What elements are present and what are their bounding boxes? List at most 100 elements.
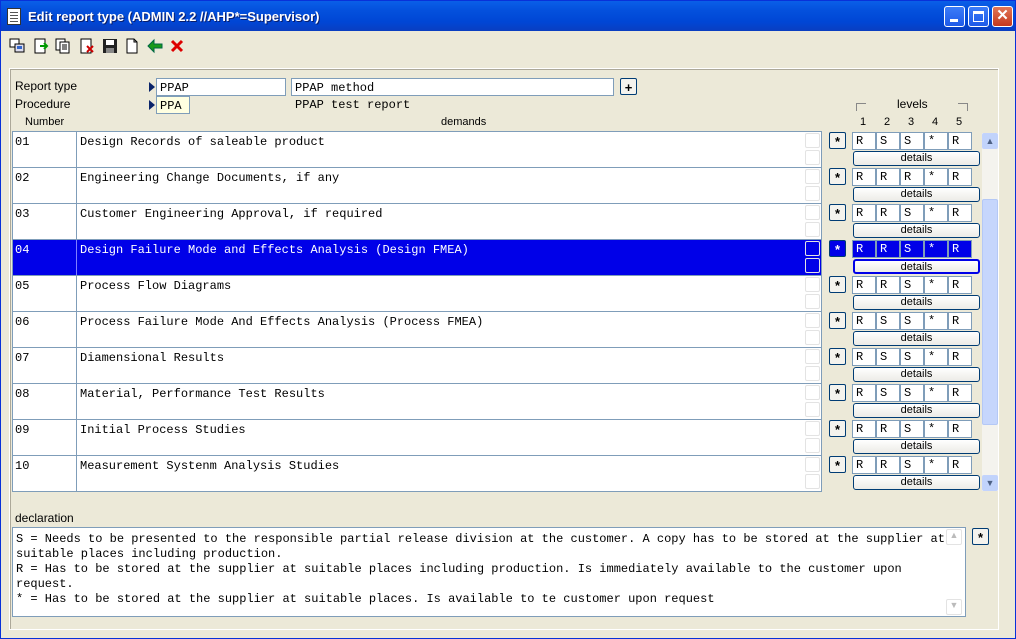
new-document-icon[interactable] <box>124 38 140 54</box>
level-field-3[interactable]: S <box>900 420 924 438</box>
level-field-3[interactable]: S <box>900 276 924 294</box>
level-field-3[interactable]: S <box>900 204 924 222</box>
row-demand[interactable]: Measurement Systenm Analysis Studies <box>78 456 803 491</box>
row-scrollbar[interactable] <box>805 421 821 454</box>
demands-grid[interactable]: 01 Design Records of saleable product 02 En… <box>12 131 822 492</box>
table-row[interactable]: 01 Design Records of saleable product <box>13 132 821 168</box>
scroll-down-icon[interactable]: ▼ <box>982 475 998 491</box>
report-type-description-input[interactable]: PPAP method <box>291 78 614 96</box>
details-button[interactable]: details <box>853 331 980 346</box>
level-field-2[interactable]: S <box>876 348 900 366</box>
level-field-5[interactable]: R <box>948 384 972 402</box>
row-star-button[interactable]: * <box>829 420 846 437</box>
row-star-button[interactable]: * <box>829 384 846 401</box>
row-scrollbar[interactable] <box>805 241 821 274</box>
row-scrollbar[interactable] <box>805 169 821 202</box>
level-field-5[interactable]: R <box>948 312 972 330</box>
scroll-up-icon[interactable]: ▲ <box>946 529 962 545</box>
level-field-2[interactable]: R <box>876 456 900 474</box>
level-field-3[interactable]: S <box>900 456 924 474</box>
level-field-1[interactable]: R <box>852 420 876 438</box>
level-field-5[interactable]: R <box>948 348 972 366</box>
row-scrollbar[interactable] <box>805 349 821 382</box>
level-field-5[interactable]: R <box>948 276 972 294</box>
row-scrollbar[interactable] <box>805 457 821 490</box>
level-field-3[interactable]: S <box>900 348 924 366</box>
delete-icon[interactable] <box>79 38 95 54</box>
back-arrow-icon[interactable] <box>147 38 163 54</box>
level-field-5[interactable]: R <box>948 456 972 474</box>
scroll-up-icon[interactable] <box>805 277 820 292</box>
table-row[interactable]: 03 Customer Engineering Approval, if requ… <box>13 204 821 240</box>
details-button[interactable]: details <box>853 187 980 202</box>
save-icon[interactable] <box>102 38 118 54</box>
scroll-up-icon[interactable] <box>805 313 820 328</box>
row-demand[interactable]: Customer Engineering Approval, if requir… <box>78 204 803 239</box>
level-field-1[interactable]: R <box>852 276 876 294</box>
scroll-down-icon[interactable] <box>805 366 820 381</box>
level-field-1[interactable]: R <box>852 168 876 186</box>
row-scrollbar[interactable] <box>805 313 821 346</box>
row-star-button[interactable]: * <box>829 312 846 329</box>
level-field-2[interactable]: R <box>876 240 900 258</box>
level-field-3[interactable]: S <box>900 312 924 330</box>
row-demand[interactable]: Engineering Change Documents, if any <box>78 168 803 203</box>
scroll-down-icon[interactable]: ▼ <box>946 599 962 615</box>
level-field-4[interactable]: * <box>924 456 948 474</box>
copy-icon[interactable] <box>55 38 71 54</box>
level-field-1[interactable]: R <box>852 456 876 474</box>
grid-scrollbar[interactable]: ▲ ▼ <box>982 133 998 491</box>
level-field-1[interactable]: R <box>852 312 876 330</box>
scroll-up-icon[interactable] <box>805 205 820 220</box>
level-field-2[interactable]: S <box>876 312 900 330</box>
scroll-down-icon[interactable] <box>805 258 820 273</box>
details-button[interactable]: details <box>853 367 980 382</box>
row-star-button[interactable]: * <box>829 132 846 149</box>
cancel-icon[interactable] <box>169 38 185 54</box>
row-scrollbar[interactable] <box>805 205 821 238</box>
level-field-1[interactable]: R <box>852 384 876 402</box>
add-button[interactable]: + <box>620 78 637 95</box>
report-type-input[interactable]: PPAP <box>156 78 286 96</box>
table-row[interactable]: 08 Material, Performance Test Results <box>13 384 821 420</box>
details-button[interactable]: details <box>853 259 980 274</box>
level-field-1[interactable]: R <box>852 204 876 222</box>
scroll-down-icon[interactable] <box>805 330 820 345</box>
level-field-4[interactable]: * <box>924 420 948 438</box>
table-row[interactable]: 07 Diamensional Results <box>13 348 821 384</box>
level-field-4[interactable]: * <box>924 168 948 186</box>
row-scrollbar[interactable] <box>805 385 821 418</box>
scroll-down-icon[interactable] <box>805 222 820 237</box>
row-star-button[interactable]: * <box>829 456 846 473</box>
level-field-1[interactable]: R <box>852 348 876 366</box>
maximize-button[interactable] <box>968 6 989 27</box>
screens-icon[interactable] <box>9 38 25 54</box>
scroll-up-icon[interactable] <box>805 133 820 148</box>
row-scrollbar[interactable] <box>805 277 821 310</box>
details-button[interactable]: details <box>853 475 980 490</box>
level-field-5[interactable]: R <box>948 420 972 438</box>
close-button[interactable]: ✕ <box>992 6 1013 27</box>
declaration-textarea[interactable]: S = Needs to be presented to the respons… <box>12 527 966 617</box>
minimize-button[interactable] <box>944 6 965 27</box>
scroll-down-icon[interactable] <box>805 402 820 417</box>
level-field-2[interactable]: R <box>876 168 900 186</box>
level-field-4[interactable]: * <box>924 348 948 366</box>
row-demand[interactable]: Initial Process Studies <box>78 420 803 455</box>
level-field-3[interactable]: S <box>900 240 924 258</box>
level-field-5[interactable]: R <box>948 240 972 258</box>
scroll-thumb[interactable] <box>982 199 998 425</box>
level-field-5[interactable]: R <box>948 132 972 150</box>
row-scrollbar[interactable] <box>805 133 821 166</box>
level-field-4[interactable]: * <box>924 276 948 294</box>
row-star-button[interactable]: * <box>829 240 846 257</box>
row-demand[interactable]: Process Flow Diagrams <box>78 276 803 311</box>
scroll-up-icon[interactable] <box>805 385 820 400</box>
row-demand[interactable]: Process Failure Mode And Effects Analysi… <box>78 312 803 347</box>
level-field-3[interactable]: R <box>900 168 924 186</box>
row-star-button[interactable]: * <box>829 168 846 185</box>
declaration-scrollbar[interactable]: ▲ ▼ <box>946 529 964 615</box>
level-field-4[interactable]: * <box>924 240 948 258</box>
row-demand[interactable]: Design Records of saleable product <box>78 132 803 167</box>
level-field-5[interactable]: R <box>948 168 972 186</box>
